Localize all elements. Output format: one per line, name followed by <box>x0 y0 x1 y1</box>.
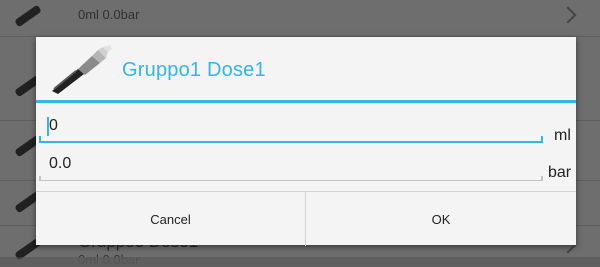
volume-value: 0 <box>49 117 58 134</box>
dialog-buttons: Cancel OK <box>36 191 576 246</box>
pressure-input[interactable]: 0.0 <box>39 151 543 181</box>
dialog-title: Gruppo1 Dose1 <box>122 59 266 81</box>
pressure-value: 0.0 <box>49 155 72 172</box>
volume-unit: ml <box>554 127 571 144</box>
text-cursor <box>47 117 49 136</box>
cancel-button[interactable]: Cancel <box>36 192 306 246</box>
pressure-unit: bar <box>548 164 572 181</box>
dose-dialog: Gruppo1 Dose1 0 ml 0.0 bar Cancel OK <box>36 37 576 246</box>
header-divider <box>36 100 576 103</box>
volume-input[interactable]: 0 <box>39 113 543 143</box>
portafilter-icon <box>52 45 112 94</box>
ok-button[interactable]: OK <box>306 192 576 246</box>
dialog-header: Gruppo1 Dose1 <box>36 37 576 100</box>
